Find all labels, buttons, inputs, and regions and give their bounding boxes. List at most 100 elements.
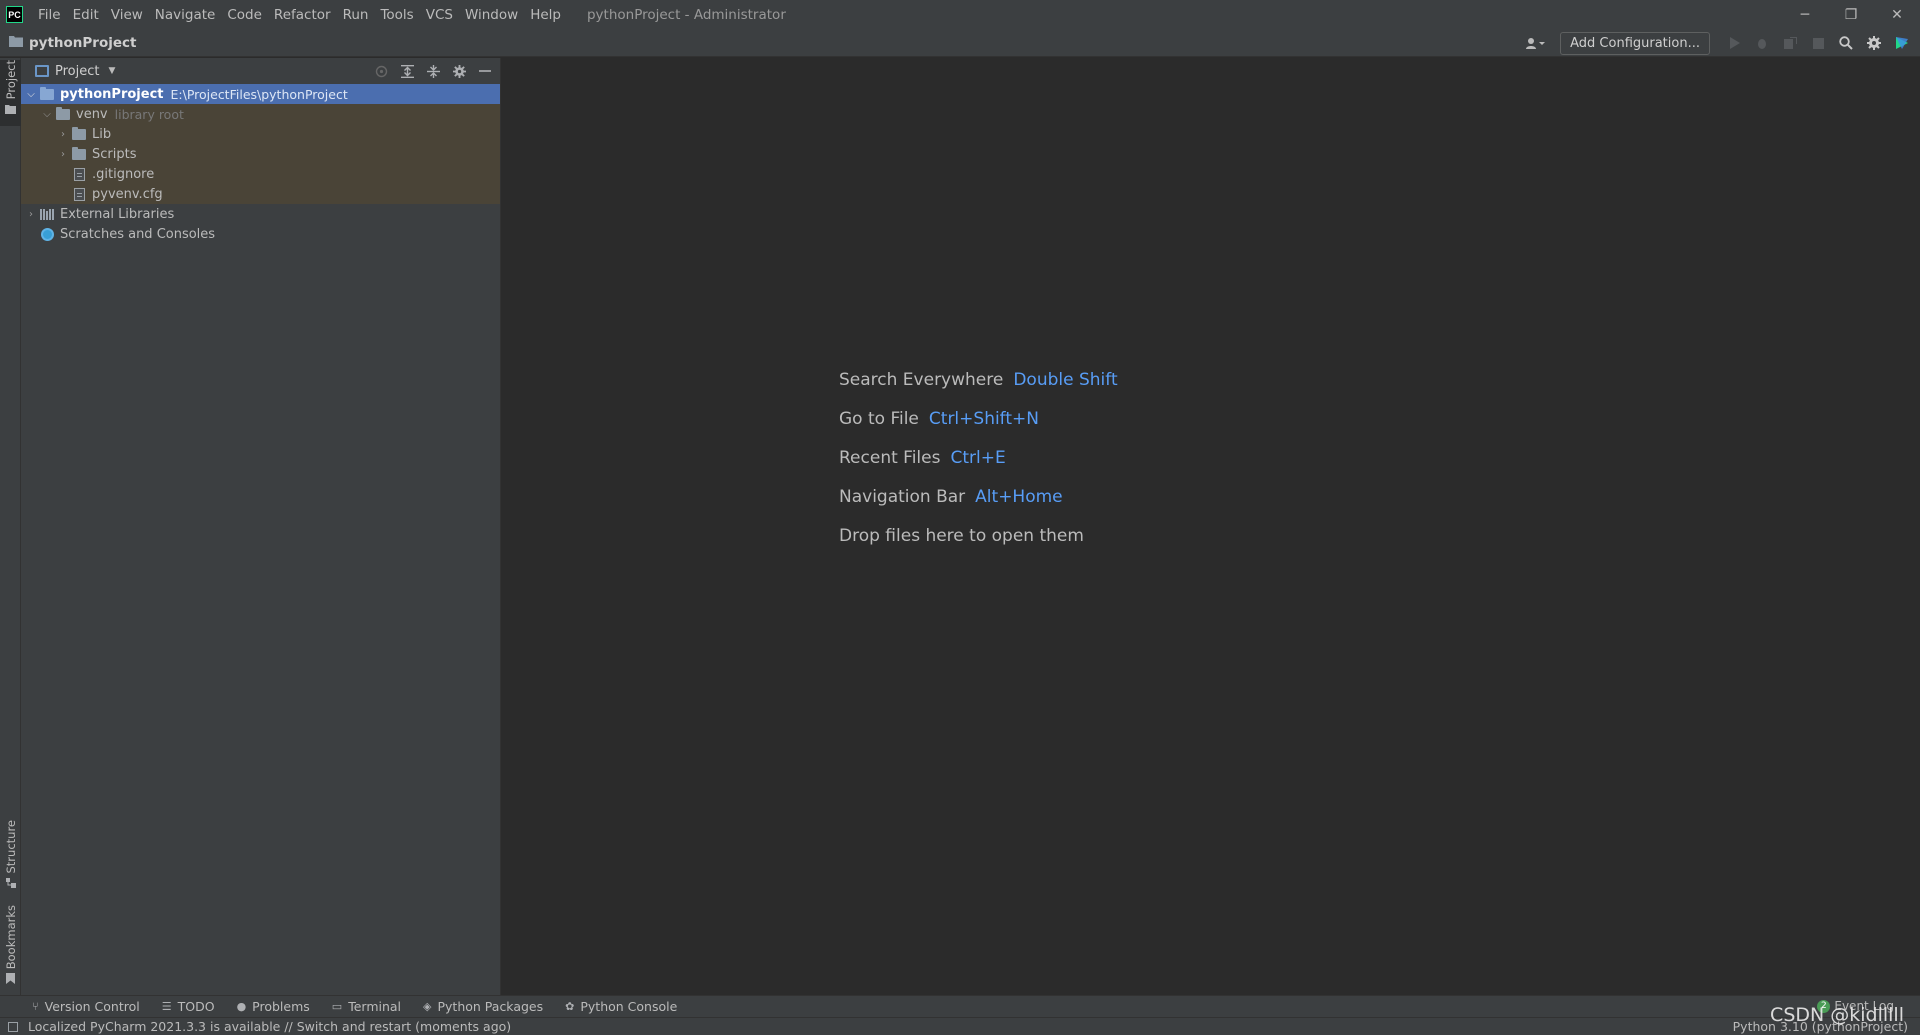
- chevron-right-icon[interactable]: ›: [55, 149, 71, 160]
- project-tool-button[interactable]: Project: [0, 60, 21, 126]
- tree-node-library-root-hint: library root: [114, 106, 184, 122]
- menu-view[interactable]: View: [105, 7, 149, 23]
- breadcrumb-project-label: pythonProject: [29, 34, 137, 51]
- tool-label: Version Control: [44, 999, 140, 1014]
- todo-tool-button[interactable]: ☰ TODO: [162, 999, 215, 1014]
- menu-window[interactable]: Window: [459, 7, 524, 23]
- bookmarks-tool-button[interactable]: Bookmarks: [0, 905, 21, 985]
- tree-node-venv[interactable]: ⌵ venv library root: [21, 104, 500, 124]
- python-console-tool-button[interactable]: ✿ Python Console: [565, 999, 677, 1014]
- expand-all-icon[interactable]: [394, 60, 420, 82]
- stop-icon[interactable]: [1806, 32, 1830, 54]
- chevron-down-icon[interactable]: ⌵: [23, 89, 39, 100]
- tree-node-label: Scratches and Consoles: [60, 226, 216, 242]
- hint-label: Recent Files: [839, 448, 941, 468]
- hint-label: Go to File: [839, 409, 919, 429]
- hint-drop-files: Drop files here to open them: [839, 526, 1118, 565]
- hint-go-to-file: Go to File Ctrl+Shift+N: [839, 409, 1118, 448]
- hint-search-everywhere: Search Everywhere Double Shift: [839, 370, 1118, 409]
- tree-node-label: Scripts: [92, 146, 137, 162]
- add-configuration-button[interactable]: Add Configuration...: [1560, 31, 1710, 55]
- status-message[interactable]: Localized PyCharm 2021.3.3 is available …: [28, 1019, 511, 1034]
- hint-label: Drop files here to open them: [839, 526, 1084, 546]
- menu-run[interactable]: Run: [337, 7, 375, 23]
- hide-panel-icon[interactable]: [472, 60, 498, 82]
- csdn-watermark: CSDN @kidlllll: [1770, 1004, 1904, 1026]
- user-icon[interactable]: [1520, 32, 1550, 54]
- tree-node-pythonproject[interactable]: ⌵ pythonProject E:\ProjectFiles\pythonPr…: [21, 84, 500, 104]
- version-control-tool-button[interactable]: ⑂ Version Control: [32, 999, 140, 1014]
- editor-area[interactable]: Search Everywhere Double Shift Go to Fil…: [502, 58, 1920, 995]
- close-button[interactable]: ✕: [1874, 0, 1920, 29]
- tree-node-gitignore[interactable]: .gitignore: [21, 164, 500, 184]
- tree-node-lib[interactable]: › Lib: [21, 124, 500, 144]
- minimize-button[interactable]: ─: [1782, 0, 1828, 29]
- hint-label: Search Everywhere: [839, 370, 1004, 390]
- project-view-selector[interactable]: Project ▼: [35, 64, 115, 79]
- tool-label: Problems: [252, 999, 310, 1014]
- terminal-tool-button[interactable]: ▭ Terminal: [332, 999, 401, 1014]
- pycharm-logo-icon[interactable]: PC: [6, 6, 23, 23]
- folder-icon: [71, 146, 87, 161]
- structure-tool-button[interactable]: Structure: [0, 820, 21, 888]
- restore-button[interactable]: ❐: [1828, 0, 1874, 29]
- tool-label: Python Console: [580, 999, 678, 1014]
- hint-shortcut: Ctrl+E: [950, 448, 1006, 468]
- project-view-icon: [35, 65, 49, 77]
- structure-icon: [5, 877, 16, 891]
- menu-code[interactable]: Code: [221, 7, 268, 23]
- menu-vcs[interactable]: VCS: [420, 7, 459, 23]
- tree-node-scratches[interactable]: Scratches and Consoles: [21, 224, 500, 244]
- menu-edit[interactable]: Edit: [67, 7, 105, 23]
- tree-node-label: Lib: [92, 126, 112, 142]
- menu-help[interactable]: Help: [524, 7, 567, 23]
- tool-label: TODO: [177, 999, 215, 1014]
- code-with-me-icon[interactable]: [1890, 32, 1914, 54]
- tree-node-label: External Libraries: [60, 206, 175, 222]
- settings-gear-icon[interactable]: [1862, 32, 1886, 54]
- tree-node-scripts[interactable]: › Scripts: [21, 144, 500, 164]
- folder-icon: [9, 35, 23, 51]
- tree-node-label: .gitignore: [92, 166, 155, 182]
- project-tool-window: Project ▼ ⌵ pythonProject E:\ProjectFile…: [21, 58, 501, 995]
- menu-file[interactable]: File: [32, 7, 67, 23]
- breadcrumb[interactable]: pythonProject: [9, 35, 136, 51]
- hint-label: Navigation Bar: [839, 487, 966, 507]
- toggle-tool-windows-icon[interactable]: [8, 1021, 18, 1032]
- tree-node-external-libraries[interactable]: › External Libraries: [21, 204, 500, 224]
- hint-shortcut: Ctrl+Shift+N: [928, 409, 1039, 429]
- chevron-down-icon[interactable]: ⌵: [39, 109, 55, 120]
- structure-tool-label: Structure: [3, 820, 18, 874]
- chevron-right-icon[interactable]: ›: [55, 129, 71, 140]
- navigation-bar: pythonProject Add Configuration...: [0, 29, 1920, 57]
- menu-navigate[interactable]: Navigate: [149, 7, 222, 23]
- tree-node-pyvenv-cfg[interactable]: pyvenv.cfg: [21, 184, 500, 204]
- coverage-icon[interactable]: [1778, 32, 1802, 54]
- chevron-right-icon[interactable]: ›: [23, 209, 39, 220]
- terminal-icon: ▭: [331, 1000, 343, 1013]
- left-tool-stripe: Project Structure Bookmarks: [0, 58, 21, 995]
- select-opened-file-icon[interactable]: [368, 60, 394, 82]
- editor-empty-hints: Search Everywhere Double Shift Go to Fil…: [839, 370, 1118, 565]
- window-title: pythonProject - Administrator: [586, 6, 786, 23]
- options-gear-icon[interactable]: [446, 60, 472, 82]
- status-bar: Localized PyCharm 2021.3.3 is available …: [0, 1017, 1920, 1035]
- run-icon[interactable]: [1722, 32, 1746, 54]
- hint-navigation-bar: Navigation Bar Alt+Home: [839, 487, 1118, 526]
- project-tree: ⌵ pythonProject E:\ProjectFiles\pythonPr…: [21, 84, 500, 244]
- tool-label: Python Packages: [437, 999, 544, 1014]
- todo-icon: ☰: [161, 1000, 172, 1013]
- tree-node-path-hint: E:\ProjectFiles\pythonProject: [170, 86, 348, 102]
- search-icon[interactable]: [1834, 32, 1858, 54]
- file-icon: [71, 167, 87, 181]
- collapse-all-icon[interactable]: [420, 60, 446, 82]
- problems-tool-button[interactable]: ● Problems: [237, 999, 310, 1014]
- python-packages-tool-button[interactable]: ◈ Python Packages: [423, 999, 543, 1014]
- debug-icon[interactable]: [1750, 32, 1774, 54]
- menu-tools[interactable]: Tools: [374, 7, 419, 23]
- hint-shortcut: Double Shift: [1013, 370, 1118, 390]
- menu-refactor[interactable]: Refactor: [268, 7, 337, 23]
- tree-node-label: pythonProject: [60, 86, 164, 102]
- tool-label: Terminal: [348, 999, 402, 1014]
- tree-node-label: pyvenv.cfg: [92, 186, 163, 202]
